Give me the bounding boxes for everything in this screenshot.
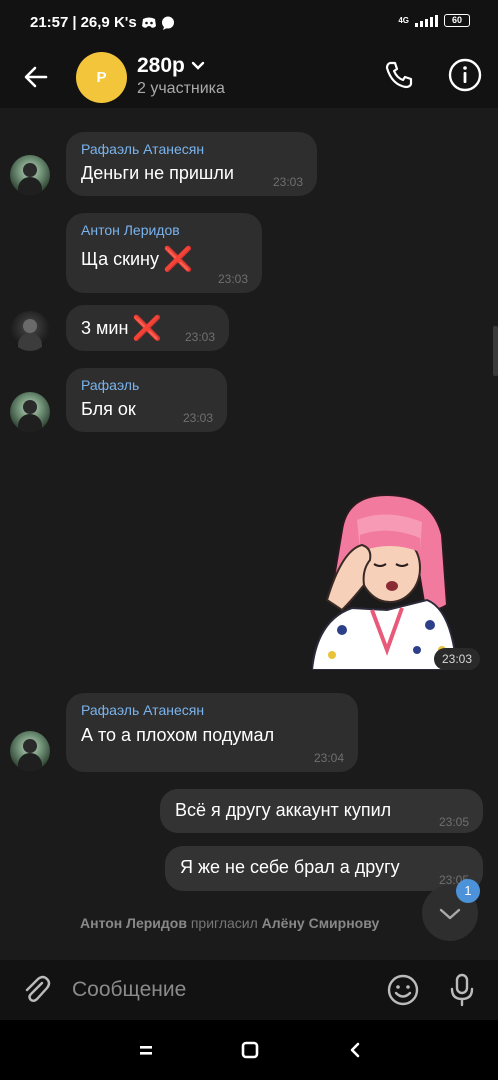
- chat-title[interactable]: 280р: [137, 54, 205, 78]
- message-bubble[interactable]: Антон Леридов Ща скину ❌ 23:03: [66, 213, 262, 293]
- status-bar: 21:57 | 26,9 K's 4G 60: [0, 0, 498, 46]
- cross-mark-emoji: ❌: [132, 315, 163, 342]
- message-bubble[interactable]: Рафаэль Бля ок 23:03: [66, 368, 227, 432]
- avatar-head: [23, 400, 37, 414]
- avatar[interactable]: [10, 311, 50, 351]
- message-text: Бля ок: [81, 399, 136, 419]
- message-composer: [0, 960, 498, 1020]
- network-type: 4G: [398, 15, 409, 25]
- home-icon[interactable]: [239, 1039, 261, 1061]
- avatar-body: [18, 177, 42, 195]
- sticker-image[interactable]: [312, 490, 462, 670]
- sender-name[interactable]: Рафаэль Атанесян: [81, 141, 204, 157]
- message-time: 23:03: [434, 648, 480, 670]
- status-left: 21:57 | 26,9 K's: [30, 14, 175, 31]
- message-text: Ща скину: [81, 249, 159, 269]
- battery-icon: 60: [444, 14, 470, 27]
- message-input[interactable]: [62, 970, 362, 1010]
- message-bubble-outgoing[interactable]: Всё я другу аккаунт купил 23:05: [160, 789, 483, 833]
- message-text: Я же не себе брал а другу: [180, 857, 400, 877]
- message-list[interactable]: Рафаэль Атанесян Деньги не пришли 23:03 …: [0, 108, 498, 960]
- chat-notification-icon: [161, 16, 174, 30]
- emoji-icon[interactable]: [386, 973, 420, 1007]
- avatar[interactable]: [10, 392, 50, 432]
- paperclip-icon[interactable]: [20, 974, 52, 1006]
- message-time: 23:03: [184, 330, 215, 344]
- message-text: А то а плохом подумал: [81, 725, 275, 745]
- avatar-body: [18, 414, 42, 432]
- message-time: 23:03: [272, 175, 303, 189]
- chat-title-text: 280р: [137, 54, 185, 77]
- avatar-head: [23, 319, 37, 333]
- service-action: пригласил: [190, 915, 258, 931]
- message-time: 23:05: [438, 815, 469, 829]
- avatar-head: [23, 739, 37, 753]
- message-bubble[interactable]: Рафаэль Атанесян А то а плохом подумал 2…: [66, 693, 358, 772]
- message-time: 23:03: [217, 272, 248, 286]
- network-speed: 26,9 K's: [80, 14, 137, 31]
- participant-count: 2 участника: [137, 80, 225, 97]
- avatar-head: [23, 163, 37, 177]
- cross-mark-emoji: ❌: [162, 246, 193, 273]
- status-right: 4G 60: [398, 14, 470, 27]
- message-time: 23:04: [313, 751, 344, 765]
- chevron-down-icon: [191, 61, 205, 70]
- message-text-row: 3 мин ❌: [81, 314, 162, 343]
- unread-badge: 1: [456, 879, 480, 903]
- message-bubble[interactable]: Рафаэль Атанесян Деньги не пришли 23:03: [66, 132, 317, 196]
- sender-name[interactable]: Антон Леридов: [81, 222, 180, 238]
- signal-icon: [415, 14, 438, 27]
- avatar-body: [18, 333, 42, 351]
- recent-apps-icon[interactable]: [136, 1040, 156, 1060]
- service-message: Антон Леридов пригласил Алёну Смирнову: [80, 915, 379, 931]
- microphone-icon[interactable]: [447, 972, 477, 1008]
- chat-header: P 280р 2 участника: [0, 46, 498, 108]
- scrollbar[interactable]: [493, 326, 498, 376]
- service-actor[interactable]: Антон Леридов: [80, 915, 187, 931]
- avatar[interactable]: [10, 155, 50, 195]
- avatar[interactable]: [10, 731, 50, 771]
- message-time: 23:03: [182, 411, 213, 425]
- info-icon[interactable]: [447, 57, 483, 93]
- discord-icon: [141, 17, 156, 28]
- system-navigation-bar: [0, 1020, 498, 1080]
- message-text-row: Ща скину ❌: [81, 245, 193, 274]
- clock: 21:57: [30, 14, 69, 31]
- message-text: 3 мин: [81, 318, 129, 338]
- group-avatar[interactable]: P: [76, 52, 127, 103]
- status-separator: |: [72, 14, 77, 31]
- message-text: Всё я другу аккаунт купил: [175, 800, 392, 820]
- avatar-body: [18, 753, 42, 771]
- message-text: Деньги не пришли: [81, 163, 234, 183]
- back-icon[interactable]: [345, 1039, 365, 1061]
- message-bubble[interactable]: 3 мин ❌ 23:03: [66, 305, 229, 351]
- sender-name[interactable]: Рафаэль Атанесян: [81, 702, 204, 718]
- back-arrow-icon[interactable]: [20, 61, 52, 93]
- service-target[interactable]: Алёну Смирнову: [262, 915, 380, 931]
- phone-icon[interactable]: [382, 58, 416, 92]
- sender-name[interactable]: Рафаэль: [81, 377, 139, 393]
